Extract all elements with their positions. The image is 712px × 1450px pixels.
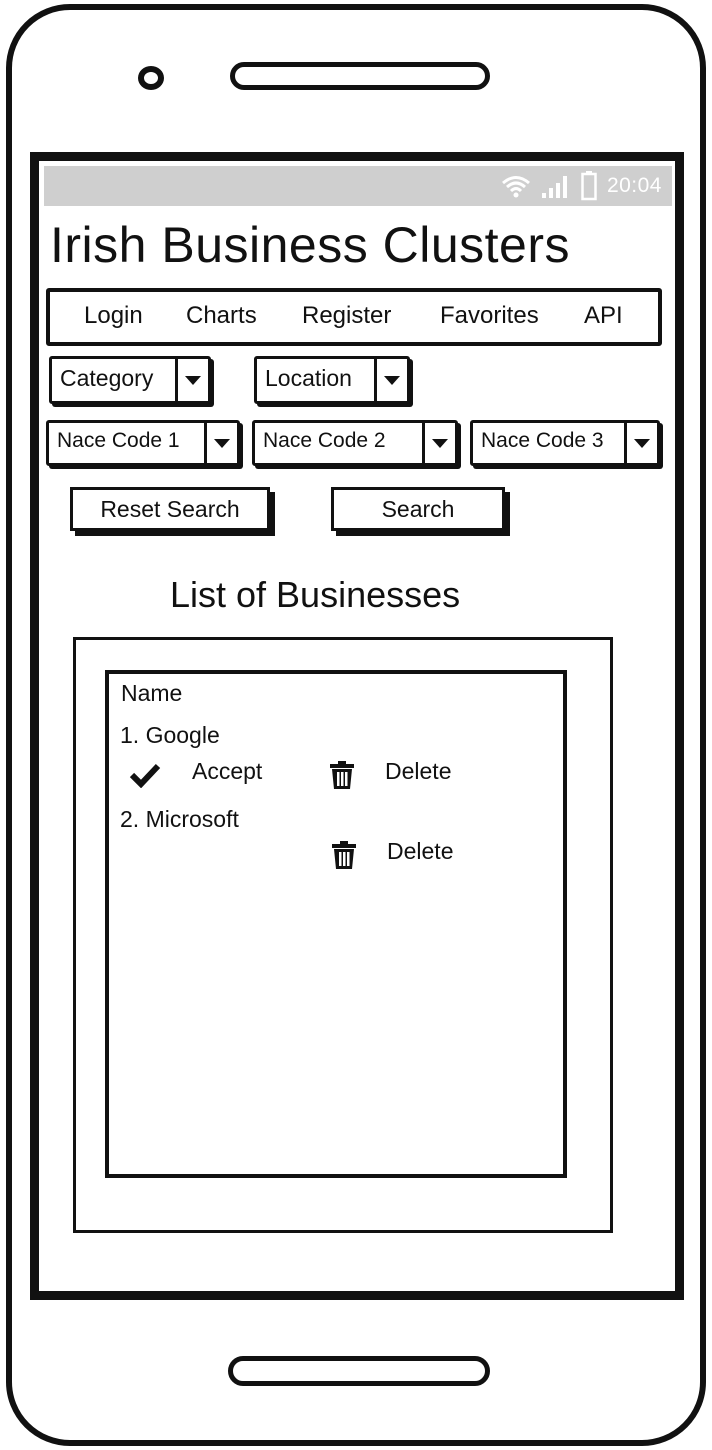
chevron-down-icon — [204, 423, 237, 463]
list-heading: List of Businesses — [170, 574, 461, 615]
nace-code-3-dropdown[interactable]: Nace Code 3 — [470, 420, 660, 466]
nav-charts-link[interactable]: Charts — [186, 302, 257, 330]
chevron-down-icon — [624, 423, 657, 463]
nav-bar: Login Charts Register Favorites API — [46, 288, 662, 346]
location-dropdown-label: Location — [265, 365, 352, 391]
signal-icon — [541, 176, 567, 198]
wifi-icon — [501, 176, 530, 198]
battery-icon — [581, 171, 597, 201]
reset-search-button[interactable]: Reset Search — [70, 487, 270, 531]
nace-code-3-label: Nace Code 3 — [481, 429, 604, 452]
status-bar: 20:04 — [44, 166, 672, 206]
check-icon[interactable] — [129, 762, 161, 788]
nace-code-1-dropdown[interactable]: Nace Code 1 — [46, 420, 240, 466]
category-dropdown-label: Category — [60, 365, 154, 391]
chevron-down-icon — [374, 359, 407, 401]
home-button[interactable] — [228, 1356, 490, 1386]
trash-icon[interactable] — [331, 840, 357, 870]
nav-api-link[interactable]: API — [584, 302, 623, 330]
nace-code-2-label: Nace Code 2 — [263, 429, 386, 452]
list-item-name: 2. Microsoft — [120, 806, 239, 832]
camera-icon — [138, 66, 164, 90]
nace-code-1-label: Nace Code 1 — [57, 429, 180, 452]
speaker-grille — [230, 62, 490, 90]
status-icons: 20:04 — [501, 166, 672, 206]
trash-icon[interactable] — [329, 760, 355, 790]
location-dropdown[interactable]: Location — [254, 356, 410, 404]
page-title: Irish Business Clusters — [50, 217, 570, 273]
list-item-name: 1. Google — [120, 722, 220, 748]
nav-favorites-link[interactable]: Favorites — [440, 302, 539, 330]
column-header-name: Name — [121, 680, 183, 706]
nav-register-link[interactable]: Register — [302, 302, 391, 330]
chevron-down-icon — [175, 359, 208, 401]
delete-button[interactable]: Delete — [387, 838, 453, 865]
chevron-down-icon — [422, 423, 455, 463]
accept-button[interactable]: Accept — [192, 758, 262, 785]
search-button[interactable]: Search — [331, 487, 505, 531]
status-time: 20:04 — [606, 174, 662, 197]
nav-login-link[interactable]: Login — [84, 302, 143, 330]
category-dropdown[interactable]: Category — [49, 356, 211, 404]
delete-button[interactable]: Delete — [385, 758, 451, 785]
nace-code-2-dropdown[interactable]: Nace Code 2 — [252, 420, 458, 466]
